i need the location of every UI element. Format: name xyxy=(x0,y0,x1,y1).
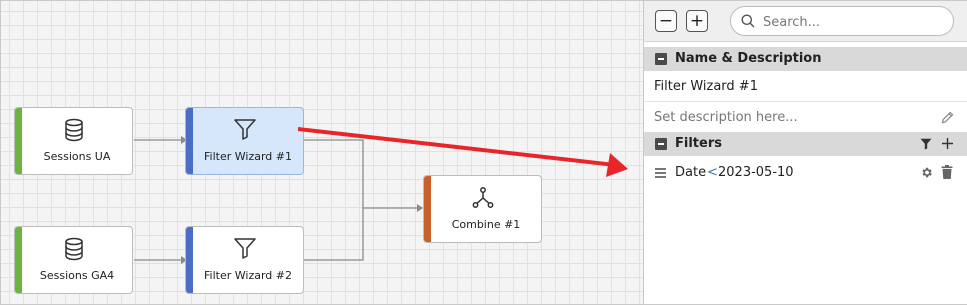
node-combine-1[interactable]: Combine #1 xyxy=(423,175,542,243)
merge-icon xyxy=(424,186,541,212)
name-field[interactable]: Filter Wizard #1 xyxy=(644,71,967,102)
node-filter-wizard-1[interactable]: Filter Wizard #1 xyxy=(185,107,304,175)
collapse-icon[interactable] xyxy=(655,53,667,65)
filter-item[interactable]: Date < 2023-05-10 xyxy=(644,159,967,185)
panel-toolbar: − + xyxy=(644,1,967,42)
section-title: Name & Description xyxy=(675,51,822,66)
database-icon xyxy=(15,237,132,263)
filters-header[interactable]: Filters xyxy=(644,132,967,156)
filter-value: 2023-05-10 xyxy=(718,165,794,180)
description-placeholder: Set description here... xyxy=(654,110,798,125)
drag-handle-icon[interactable] xyxy=(655,168,666,178)
gear-icon[interactable] xyxy=(920,166,933,179)
plus-icon[interactable] xyxy=(941,137,954,150)
section-title: Filters xyxy=(675,136,722,151)
pencil-icon[interactable] xyxy=(941,111,954,124)
collapse-icon[interactable] xyxy=(655,138,667,150)
filter-icon xyxy=(186,237,303,263)
properties-panel: − + Name & Description Filter Wizard #1 … xyxy=(643,1,967,304)
zoom-out-button[interactable]: − xyxy=(655,10,677,32)
node-sessions-ga4[interactable]: Sessions GA4 xyxy=(14,226,133,294)
node-label: Combine #1 xyxy=(451,218,521,231)
workflow-canvas[interactable]: Sessions UA Filter Wizard #1 Sessions GA… xyxy=(1,1,643,304)
filter-operator: < xyxy=(707,165,718,180)
node-label: Sessions UA xyxy=(43,150,111,163)
filter-field: Date xyxy=(675,165,707,180)
node-sessions-ua[interactable]: Sessions UA xyxy=(14,107,133,175)
node-label: Filter Wizard #1 xyxy=(204,150,292,163)
description-field[interactable]: Set description here... xyxy=(644,102,967,132)
name-description-header[interactable]: Name & Description xyxy=(644,47,967,71)
funnel-icon[interactable] xyxy=(920,138,932,150)
search-box[interactable] xyxy=(730,6,954,36)
zoom-in-button[interactable]: + xyxy=(686,10,708,32)
node-label: Sessions GA4 xyxy=(39,269,115,282)
node-label: Filter Wizard #2 xyxy=(204,269,292,282)
search-input[interactable] xyxy=(761,11,945,33)
node-filter-wizard-2[interactable]: Filter Wizard #2 xyxy=(185,226,304,294)
filter-icon xyxy=(186,118,303,144)
wire-filters-merge xyxy=(303,139,364,261)
database-icon xyxy=(15,118,132,144)
name-value: Filter Wizard #1 xyxy=(654,79,758,94)
trash-icon[interactable] xyxy=(941,165,953,179)
search-icon xyxy=(741,14,755,28)
